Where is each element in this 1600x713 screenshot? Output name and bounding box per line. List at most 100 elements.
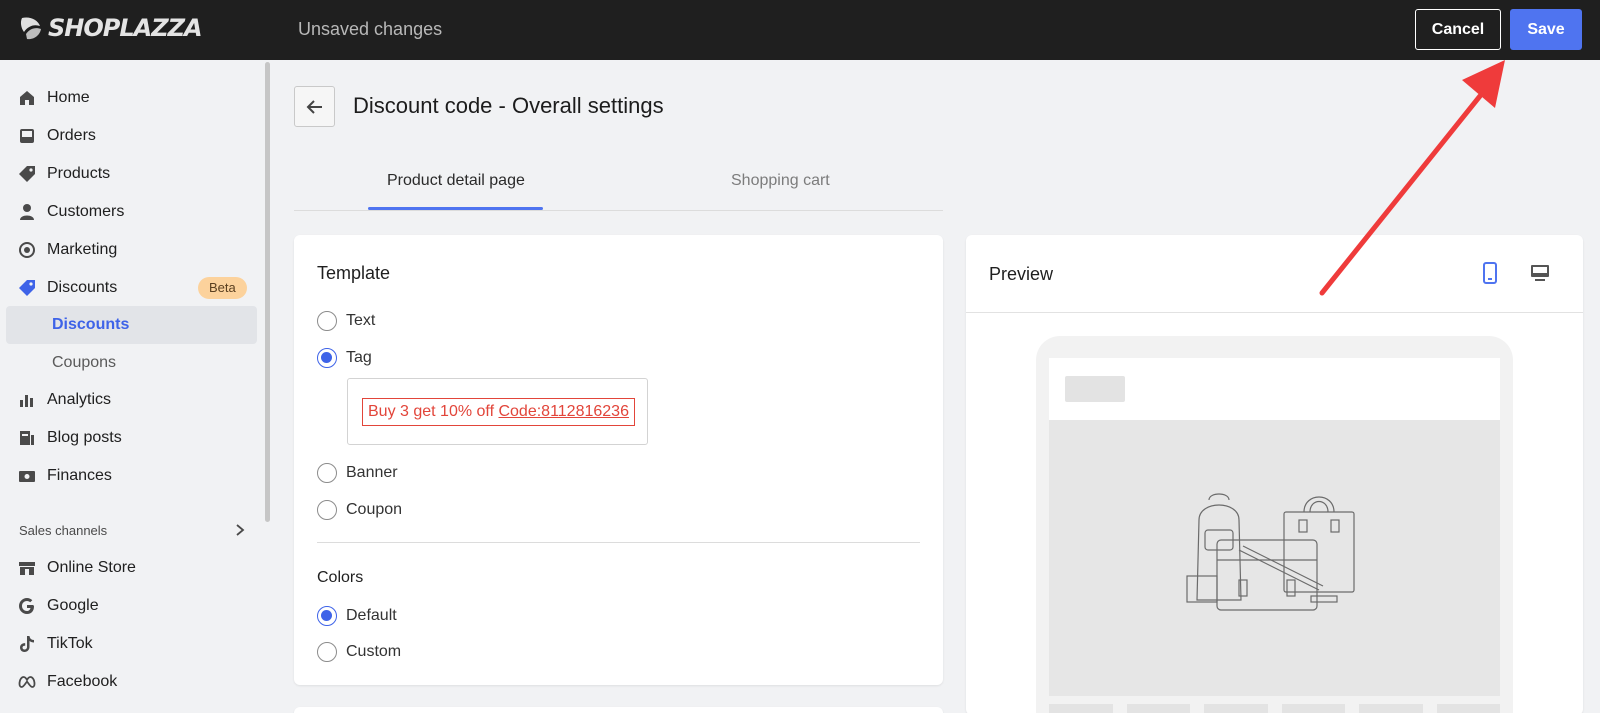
sidebar-item-label: Home <box>47 89 90 106</box>
tag-icon <box>19 166 35 182</box>
sidebar-item-label: Blog posts <box>47 429 122 446</box>
template-option-coupon[interactable]: Coupon <box>317 498 402 522</box>
sidebar-scrollbar[interactable] <box>265 62 270 522</box>
chevron-right-icon[interactable] <box>234 523 246 537</box>
discount-tag-preview: Buy 3 get 10% off Code:8112816236 <box>362 398 635 426</box>
tag-offer-text: Buy 3 get 10% off <box>368 403 495 420</box>
radio-label: Coupon <box>346 501 403 518</box>
next-settings-card <box>294 707 943 713</box>
preview-store-header <box>1049 358 1500 420</box>
template-option-tag[interactable]: Tag <box>317 346 372 370</box>
sidebar-item-label: Customers <box>47 203 125 220</box>
thumbnail-placeholder <box>1281 704 1345 713</box>
document-icon <box>20 431 34 445</box>
sidebar-item-label: Marketing <box>47 241 118 258</box>
google-icon <box>19 598 34 614</box>
preview-divider <box>966 312 1583 313</box>
thumbnail-placeholder <box>1204 704 1268 713</box>
page-title: Discount code - Overall settings <box>353 93 664 118</box>
preview-thumbnails <box>1049 704 1500 713</box>
sidebar-item-finances[interactable]: Finances <box>0 459 262 493</box>
meta-icon <box>18 676 36 688</box>
arrow-left-icon <box>306 100 322 114</box>
sidebar-subitem-label: Discounts <box>52 316 130 333</box>
tag-code-text: Code:8112816236 <box>498 403 629 420</box>
radio-button-checked[interactable] <box>317 606 337 626</box>
cancel-button[interactable]: Cancel <box>1415 9 1501 50</box>
top-bar: SHOPLAZZA Unsaved changes Cancel Save <box>0 0 1600 60</box>
thumbnail-placeholder <box>1049 704 1113 713</box>
sidebar-item-blog-posts[interactable]: Blog posts <box>0 421 262 455</box>
sidebar-channel-tiktok[interactable]: TikTok <box>0 627 262 661</box>
sidebar-item-label: Finances <box>47 467 112 484</box>
sidebar-item-label: TikTok <box>47 635 93 652</box>
radio-label: Default <box>346 607 397 624</box>
preview-card: Preview <box>966 235 1583 713</box>
radio-label: Tag <box>346 349 372 366</box>
sidebar-item-customers[interactable]: Customers <box>0 195 262 229</box>
store-icon <box>19 562 35 575</box>
sidebar-channel-online-store[interactable]: Online Store <box>0 551 262 585</box>
color-option-default[interactable]: Default <box>317 604 397 628</box>
mobile-preview-frame <box>1036 336 1513 713</box>
sidebar-item-label: Analytics <box>47 391 112 408</box>
radio-button[interactable] <box>317 463 337 483</box>
logo-text: SHOPLAZZA <box>48 14 203 42</box>
sidebar-subitem-discounts[interactable]: Discounts <box>6 306 257 344</box>
active-tab-indicator <box>368 207 543 210</box>
sidebar-item-label: Google <box>47 597 99 614</box>
thumbnail-placeholder <box>1436 704 1500 713</box>
thumbnail-placeholder <box>1126 704 1190 713</box>
logo-mark-icon <box>20 17 41 40</box>
colors-title: Colors <box>317 569 364 586</box>
template-title: Template <box>317 263 391 283</box>
bar-chart-icon <box>20 395 33 407</box>
money-icon <box>19 471 35 482</box>
template-option-text[interactable]: Text <box>317 309 375 333</box>
beta-badge: Beta <box>198 277 247 299</box>
tab-bar: Product detail page Shopping cart <box>294 160 943 211</box>
radio-button[interactable] <box>317 311 337 331</box>
sidebar-subitem-coupons[interactable]: Coupons <box>6 344 257 382</box>
thumbnail-placeholder <box>1359 704 1423 713</box>
preview-logo-placeholder <box>1065 376 1125 402</box>
template-option-banner[interactable]: Banner <box>317 461 398 485</box>
desktop-device-icon[interactable] <box>1529 262 1551 284</box>
shoplazza-logo[interactable]: SHOPLAZZA <box>18 14 203 42</box>
bags-illustration-icon <box>1186 493 1355 611</box>
mobile-device-icon[interactable] <box>1481 262 1499 284</box>
home-icon <box>20 91 34 105</box>
sidebar-subitem-label: Coupons <box>52 354 117 371</box>
tag-preview-box: Buy 3 get 10% off Code:8112816236 <box>347 378 648 445</box>
sidebar-item-home[interactable]: Home <box>0 81 262 115</box>
sidebar-item-discounts[interactable]: Discounts Beta <box>0 271 262 305</box>
sidebar-item-label: Orders <box>47 127 96 144</box>
sidebar-item-label: Online Store <box>47 559 136 576</box>
radio-label: Text <box>346 312 376 329</box>
sidebar-item-products[interactable]: Products <box>0 157 262 191</box>
template-settings-card: Template Text Tag Buy 3 get 10% off Code… <box>294 235 943 685</box>
radio-button-checked[interactable] <box>317 348 337 368</box>
sales-channels-label: Sales channels <box>19 523 108 538</box>
sidebar-channel-google[interactable]: Google <box>0 589 262 623</box>
save-button[interactable]: Save <box>1510 9 1582 50</box>
discount-tag-icon <box>19 280 35 296</box>
tiktok-icon <box>20 636 34 652</box>
preview-product-image <box>1049 420 1500 696</box>
person-icon <box>20 204 34 220</box>
sidebar-item-label: Facebook <box>47 673 118 690</box>
tab-product-detail-page[interactable]: Product detail page <box>387 172 525 190</box>
inbox-icon <box>20 129 34 143</box>
radio-button[interactable] <box>317 500 337 520</box>
back-button[interactable] <box>294 86 335 127</box>
radio-button[interactable] <box>317 642 337 662</box>
target-icon <box>19 242 35 258</box>
tab-shopping-cart[interactable]: Shopping cart <box>731 172 830 190</box>
preview-title: Preview <box>989 264 1054 284</box>
sidebar-item-analytics[interactable]: Analytics <box>0 383 262 417</box>
color-option-custom[interactable]: Custom <box>317 640 401 664</box>
sidebar-item-marketing[interactable]: Marketing <box>0 233 262 267</box>
radio-label: Banner <box>346 464 398 481</box>
sidebar-item-orders[interactable]: Orders <box>0 119 262 153</box>
sidebar-channel-facebook[interactable]: Facebook <box>0 665 262 699</box>
